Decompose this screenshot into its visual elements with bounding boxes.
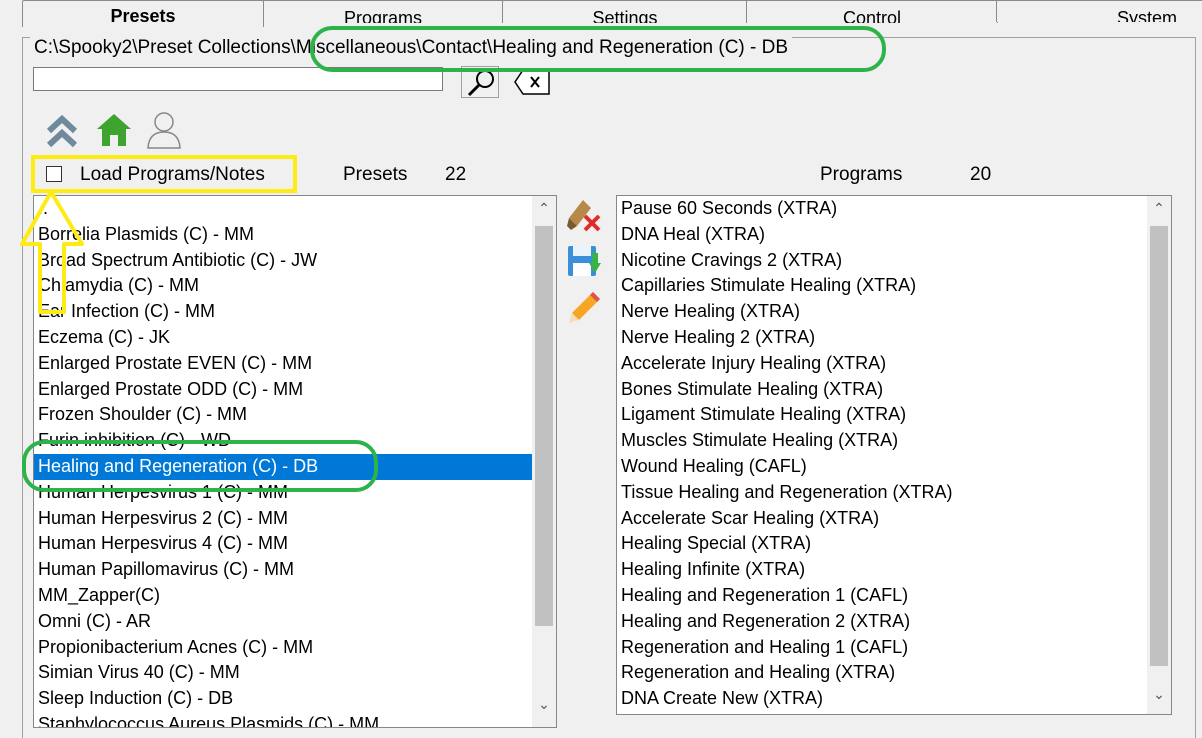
user-icon: [147, 112, 181, 149]
program-list-item[interactable]: Regeneration and Healing (XTRA): [617, 660, 1147, 686]
programs-list[interactable]: Pause 60 Seconds (XTRA) DNA Heal (XTRA) Ni…: [616, 195, 1172, 715]
preset-list-item[interactable]: Broad Spectrum Antibiotic (C) - JW: [34, 248, 534, 274]
program-list-item[interactable]: Capillaries Stimulate Healing (XTRA): [617, 273, 1147, 299]
program-list-item[interactable]: DNA Heal (XTRA): [617, 222, 1147, 248]
tab-settings[interactable]: Settings: [502, 0, 748, 23]
program-list-item[interactable]: Muscles Stimulate Healing (XTRA): [617, 428, 1147, 454]
preset-list-item[interactable]: Enlarged Prostate EVEN (C) - MM: [34, 351, 534, 377]
preset-list-item[interactable]: Enlarged Prostate ODD (C) - MM: [34, 377, 534, 403]
path-highlight: [310, 26, 886, 72]
scroll-down-icon[interactable]: ⌄: [532, 696, 556, 713]
program-list-item[interactable]: Nerve Healing 2 (XTRA): [617, 325, 1147, 351]
programs-scrollbar[interactable]: ⌃ ⌄: [1147, 196, 1171, 714]
preset-list-item[interactable]: Frozen Shoulder (C) - MM: [34, 402, 534, 428]
preset-list-item[interactable]: Staphylococcus Aureus Plasmids (C) - MM: [34, 712, 534, 727]
presets-count: 22: [445, 164, 467, 185]
edit-button[interactable]: [565, 288, 603, 326]
tab-system[interactable]: System: [996, 0, 1202, 22]
edit-pencil-icon: [569, 292, 600, 323]
scroll-thumb[interactable]: [535, 226, 553, 626]
presets-label: Presets: [343, 164, 408, 185]
preset-list-item[interactable]: Ear Infection (C) - MM: [34, 299, 534, 325]
programs-scroll-thumb[interactable]: [1150, 226, 1168, 666]
tab-control[interactable]: Control: [746, 0, 998, 23]
preset-list-item[interactable]: Omni (C) - AR: [34, 609, 534, 635]
program-list-item[interactable]: Regeneration and Healing 1 (CAFL): [617, 635, 1147, 661]
preset-list-item[interactable]: Chlamydia (C) - MM: [34, 273, 534, 299]
preset-list-item[interactable]: Human Herpesvirus 2 (C) - MM: [34, 506, 534, 532]
programs-scroll-down-icon[interactable]: ⌄: [1147, 686, 1171, 703]
remove-program-button[interactable]: [565, 196, 603, 234]
save-icon: [568, 246, 601, 276]
tab-programs[interactable]: Programs: [262, 0, 504, 23]
programs-scroll-up-icon[interactable]: ⌃: [1147, 200, 1171, 217]
up-button[interactable]: [43, 111, 81, 149]
preset-list-item[interactable]: Human Herpesvirus 4 (C) - MM: [34, 531, 534, 557]
program-list-item[interactable]: Nerve Healing (XTRA): [617, 299, 1147, 325]
up-chevron-icon: [46, 114, 78, 148]
program-list-item[interactable]: Wound Healing (CAFL): [617, 454, 1147, 480]
preset-list-item[interactable]: Propionibacterium Acnes (C) - MM: [34, 635, 534, 661]
program-list-item[interactable]: Healing and Regeneration 2 (XTRA): [617, 609, 1147, 635]
preset-list-item[interactable]: Simian Virus 40 (C) - MM: [34, 660, 534, 686]
preset-list-item[interactable]: Human Papillomavirus (C) - MM: [34, 557, 534, 583]
tab-presets[interactable]: Presets: [22, 0, 264, 27]
selected-preset-highlight: [22, 440, 378, 492]
preset-list-item[interactable]: Sleep Induction (C) - DB: [34, 686, 534, 712]
program-list-item[interactable]: DNA Create New (XTRA): [617, 686, 1147, 712]
preset-list-item[interactable]: Eczema (C) - JK: [34, 325, 534, 351]
home-icon: [97, 114, 131, 146]
user-button[interactable]: [145, 110, 183, 150]
program-list-item[interactable]: Accelerate Scar Healing (XTRA): [617, 506, 1147, 532]
scroll-up-icon[interactable]: ⌃: [532, 200, 556, 217]
program-list-item[interactable]: Healing Infinite (XTRA): [617, 557, 1147, 583]
programs-label: Programs: [820, 164, 903, 185]
programs-items: Pause 60 Seconds (XTRA) DNA Heal (XTRA) Ni…: [617, 196, 1147, 712]
home-button[interactable]: [95, 111, 133, 149]
preset-list-item[interactable]: MM_Zapper(C): [34, 583, 534, 609]
program-list-item[interactable]: Ligament Stimulate Healing (XTRA): [617, 402, 1147, 428]
presets-scrollbar[interactable]: ⌃ ⌄: [532, 196, 556, 727]
program-list-item[interactable]: Bones Stimulate Healing (XTRA): [617, 377, 1147, 403]
yellow-arrow-icon: [20, 190, 84, 314]
remove-program-icon: [567, 200, 601, 232]
preset-list-item[interactable]: ..: [34, 196, 534, 222]
program-list-item[interactable]: Tissue Healing and Regeneration (XTRA): [617, 480, 1147, 506]
program-list-item[interactable]: Accelerate Injury Healing (XTRA): [617, 351, 1147, 377]
save-button[interactable]: [565, 243, 603, 281]
program-list-item[interactable]: Healing and Regeneration 1 (CAFL): [617, 583, 1147, 609]
program-list-item[interactable]: Pause 60 Seconds (XTRA): [617, 196, 1147, 222]
preset-list-item[interactable]: Borrelia Plasmids (C) - MM: [34, 222, 534, 248]
program-list-item[interactable]: Nicotine Cravings 2 (XTRA): [617, 248, 1147, 274]
programs-count: 20: [970, 164, 992, 185]
program-list-item[interactable]: Healing Special (XTRA): [617, 531, 1147, 557]
